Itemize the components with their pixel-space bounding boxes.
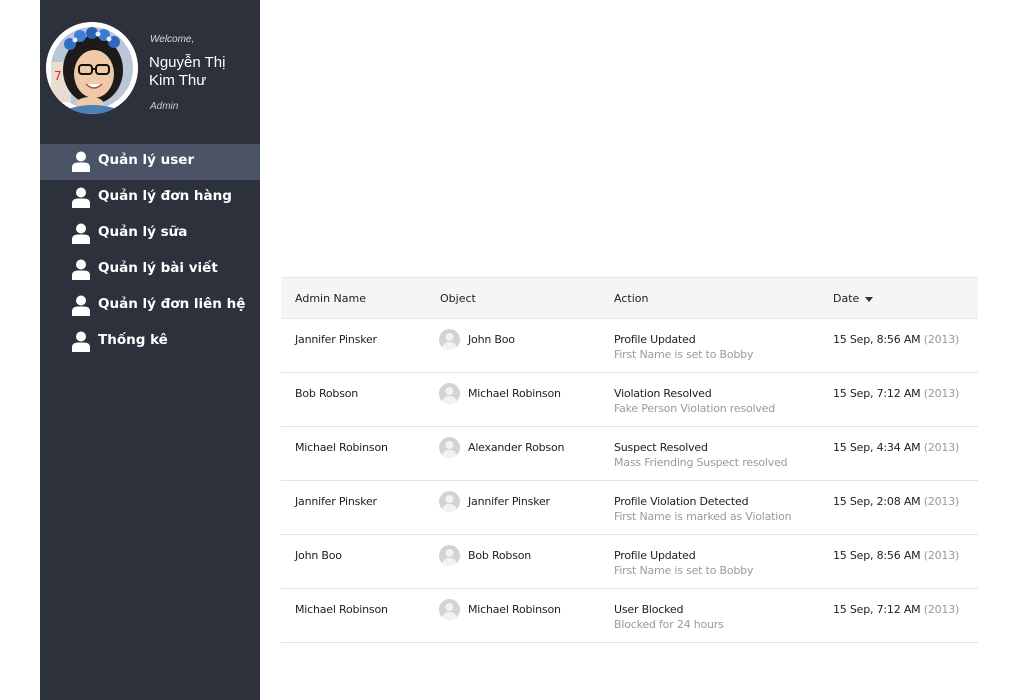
user-avatar-icon — [439, 491, 460, 512]
avatar[interactable]: 7 — [46, 22, 138, 114]
action-title: Profile Updated — [614, 333, 696, 346]
table-row[interactable]: Jannifer Pinsker John Boo Profile Update… — [281, 319, 978, 373]
action-title: Profile Violation Detected — [614, 495, 749, 508]
date-cell: 15 Sep, 8:56 AM (2013) — [833, 333, 959, 346]
action-detail: Fake Person Violation resolved — [614, 402, 776, 415]
header-action[interactable]: Action — [614, 292, 648, 305]
action-detail: Blocked for 24 hours — [614, 618, 724, 631]
object-name[interactable]: Bob Robson — [468, 549, 531, 562]
header-admin-name[interactable]: Admin Name — [295, 292, 366, 305]
object-name[interactable]: Michael Robinson — [468, 603, 561, 616]
admin-name: Bob Robson — [295, 387, 359, 400]
action-title: User Blocked — [614, 603, 684, 616]
nav-item-contacts[interactable]: Quản lý đơn liên hệ — [40, 288, 260, 324]
table-row[interactable]: Bob Robson Michael Robinson Violation Re… — [281, 373, 978, 427]
sort-desc-icon[interactable] — [865, 296, 874, 302]
nav-item-label: Quản lý user — [98, 152, 195, 168]
date-cell: 15 Sep, 7:12 AM (2013) — [833, 387, 959, 400]
user-icon — [72, 331, 90, 352]
table-row[interactable]: Michael Robinson Michael Robinson User B… — [281, 589, 978, 643]
date-value: 15 Sep, 4:34 AM — [833, 441, 921, 454]
admin-name: Michael Robinson — [295, 603, 388, 616]
date-year: (2013) — [923, 603, 960, 616]
sidebar-nav: Quản lý user Quản lý đơn hàng Quản lý sữ… — [40, 144, 260, 360]
user-avatar-icon — [439, 383, 460, 404]
profile-card: 7 Welcome, Nguyễn Thị Kim Thư Admin — [40, 0, 260, 140]
user-icon — [72, 223, 90, 244]
date-value: 15 Sep, 7:12 AM — [833, 387, 921, 400]
sidebar: 7 Welcome, Nguyễn Thị Kim Thư Admin Quản… — [40, 0, 260, 700]
object-name[interactable]: Michael Robinson — [468, 387, 561, 400]
date-value: 15 Sep, 7:12 AM — [833, 603, 921, 616]
date-year: (2013) — [923, 441, 960, 454]
nav-item-posts[interactable]: Quản lý bài viết — [40, 252, 260, 288]
date-cell: 15 Sep, 2:08 AM (2013) — [833, 495, 959, 508]
table-row[interactable]: Jannifer Pinsker Jannifer Pinsker Profil… — [281, 481, 978, 535]
welcome-text: Welcome, — [150, 34, 195, 45]
date-year: (2013) — [923, 387, 960, 400]
action-title: Suspect Resolved — [614, 441, 708, 454]
nav-item-label: Quản lý bài viết — [98, 260, 218, 276]
nav-item-milk[interactable]: Quản lý sữa — [40, 216, 260, 252]
action-detail: First Name is set to Bobby — [614, 348, 754, 361]
user-avatar-icon — [439, 599, 460, 620]
user-icon — [72, 187, 90, 208]
header-date-label: Date — [833, 292, 860, 305]
nav-item-label: Thống kê — [98, 332, 168, 348]
date-cell: 15 Sep, 4:34 AM (2013) — [833, 441, 959, 454]
user-avatar-icon — [439, 545, 460, 566]
user-avatar-icon — [439, 437, 460, 458]
svg-text:7: 7 — [54, 69, 62, 83]
admin-name: John Boo — [295, 549, 342, 562]
header-object[interactable]: Object — [440, 292, 476, 305]
date-year: (2013) — [923, 549, 960, 562]
object-name[interactable]: John Boo — [468, 333, 515, 346]
action-detail: Mass Friending Suspect resolved — [614, 456, 788, 469]
admin-name: Jannifer Pinsker — [295, 495, 377, 508]
admin-name: Michael Robinson — [295, 441, 388, 454]
table-row[interactable]: John Boo Bob Robson Profile Updated Firs… — [281, 535, 978, 589]
table-header: Admin Name Object Action Date — [281, 277, 978, 319]
user-avatar-icon — [439, 329, 460, 350]
date-value: 15 Sep, 8:56 AM — [833, 333, 921, 346]
action-title: Profile Updated — [614, 549, 696, 562]
user-icon — [72, 259, 90, 280]
header-date[interactable]: Date — [833, 292, 874, 305]
table-row[interactable]: Michael Robinson Alexander Robson Suspec… — [281, 427, 978, 481]
nav-item-orders[interactable]: Quản lý đơn hàng — [40, 180, 260, 216]
date-year: (2013) — [923, 495, 960, 508]
nav-item-user[interactable]: Quản lý user — [40, 144, 260, 180]
user-icon — [72, 151, 90, 172]
admin-name: Jannifer Pinsker — [295, 333, 377, 346]
date-value: 15 Sep, 2:08 AM — [833, 495, 921, 508]
user-role: Admin — [150, 101, 179, 112]
action-detail: First Name is marked as Violation — [614, 510, 792, 523]
nav-item-label: Quản lý đơn liên hệ — [98, 296, 246, 312]
nav-item-stats[interactable]: Thống kê — [40, 324, 260, 360]
activity-table: Admin Name Object Action Date Jannifer P… — [281, 277, 978, 643]
action-detail: First Name is set to Bobby — [614, 564, 754, 577]
date-value: 15 Sep, 8:56 AM — [833, 549, 921, 562]
date-year: (2013) — [923, 333, 960, 346]
nav-item-label: Quản lý đơn hàng — [98, 188, 232, 204]
date-cell: 15 Sep, 7:12 AM (2013) — [833, 603, 959, 616]
user-name: Nguyễn Thị Kim Thư — [149, 54, 226, 89]
date-cell: 15 Sep, 8:56 AM (2013) — [833, 549, 959, 562]
object-name[interactable]: Jannifer Pinsker — [468, 495, 550, 508]
nav-item-label: Quản lý sữa — [98, 224, 188, 240]
user-icon — [72, 295, 90, 316]
object-name[interactable]: Alexander Robson — [468, 441, 564, 454]
action-title: Violation Resolved — [614, 387, 712, 400]
